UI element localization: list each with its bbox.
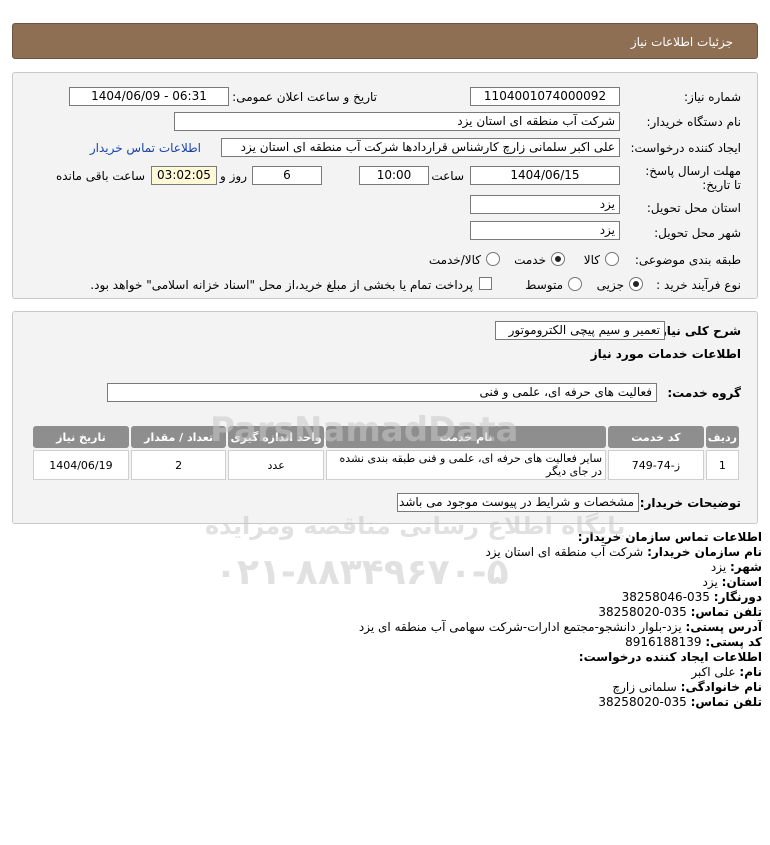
contact-province-label: استان: [721,575,762,589]
cell-unit: عدد [228,450,324,480]
treasury-payment-checkbox[interactable] [479,277,492,290]
description-field[interactable]: تعمیر و سیم پیچی الکتروموتور [495,321,665,340]
table-row: 1 ز-74-749 سایر فعالیت های حرفه ای، علمی… [33,450,739,480]
contact-province: یزد [702,575,718,589]
creator-phone: 035-38258020 [598,695,687,709]
announce-label: تاریخ و ساعت اعلان عمومی: [232,90,377,104]
process-label: نوع فرآیند خرید : [656,278,741,292]
deadline-time-label: ساعت [431,169,464,183]
summary-panel: شرح کلی نیاز: تعمیر و سیم پیچی الکتروموت… [12,311,758,524]
process-radio-minor[interactable] [629,277,643,291]
service-group-label: گروه خدمت: [667,386,741,400]
creator-label: ایجاد کننده درخواست: [630,141,741,155]
buyer-notes-label: توضیحات خریدار: [639,496,741,510]
category-label: طبقه بندی موضوعی: [634,253,741,267]
postal-address: یزد-بلوار دانشجو-مجتمع ادارات-شرکت سهامی… [358,620,682,634]
category-radio-service[interactable] [551,252,565,266]
need-number-field[interactable]: 1104001074000092 [470,87,620,106]
buyer-org-name: شرکت آب منطقه ای استان یزد [485,545,644,559]
days-field[interactable]: 6 [252,166,322,185]
category-option-goods: کالا [583,253,600,267]
buyer-notes-field[interactable]: مشخصات و شرایط در پیوست موجود می باشد. [397,493,639,512]
page-header: جزئیات اطلاعات نیاز [12,23,758,59]
creator-info-title: اطلاعات ایجاد کننده درخواست: [578,650,762,664]
deadline-time-field[interactable]: 10:00 [359,166,429,185]
announce-field[interactable]: 1404/06/09 - 06:31 [69,87,229,106]
city-field[interactable]: یزد [470,221,620,240]
watermark-phone: ۰۲۱-۸۸۳۴۹۶۷۰-۵ [215,552,509,593]
category-option-service: خدمت [514,253,546,267]
payment-note: پرداخت تمام یا بخشی از مبلغ خرید،از محل … [90,278,473,292]
cell-row-number: 1 [705,450,739,480]
fax-label: دورنگار: [713,590,762,604]
col-header-row: ردیف [705,426,739,448]
cell-quantity: 2 [130,450,227,480]
first-name: علی اکبر [691,665,736,679]
phone-label: تلفن تماس: [690,605,762,619]
first-name-label: نام: [739,665,762,679]
buyer-contact-link[interactable]: اطلاعات تماس خریدار [90,141,201,155]
contact-city: یزد [710,560,727,574]
deadline-date-field[interactable]: 1404/06/15 [470,166,620,185]
col-header-name: نام خدمت [325,426,607,448]
city-label: شهر محل تحویل: [654,226,741,240]
description-label: شرح کلی نیاز: [655,324,741,338]
province-label: استان محل تحویل: [646,201,741,215]
creator-field[interactable]: علی اکبر سلمانی زارچ کارشناس قراردادها ش… [221,138,620,157]
last-name-label: نام خانوادگی: [680,680,762,694]
services-title: اطلاعات خدمات مورد نیاز [590,347,741,361]
days-label: روز و [220,169,247,183]
last-name: سلمانی زارچ [612,680,677,694]
services-table: ردیف کد خدمت نام خدمت واحد اندازه گیری ت… [31,424,741,482]
service-group-field[interactable]: فعالیت های حرفه ای، علمی و فنی [107,383,657,402]
col-header-quantity: تعداد / مقدار [130,426,227,448]
process-option-minor: جزیی [596,278,624,292]
details-panel: شماره نیاز: 1104001074000092 تاریخ و ساع… [12,72,758,299]
fax-number: 035-38258046 [621,590,710,604]
buyer-org-name-label: نام سازمان خریدار: [647,545,762,559]
cell-need-date: 1404/06/19 [33,450,129,480]
col-header-date: تاریخ نیاز [33,426,129,448]
cell-service-code: ز-74-749 [608,450,704,480]
province-field[interactable]: یزد [470,195,620,214]
contact-title: اطلاعات تماس سازمان خریدار: [577,530,762,544]
process-option-medium: متوسط [525,278,563,292]
postal-code: 8916188139 [625,635,702,649]
remaining-label: ساعت باقی مانده [55,169,145,183]
remaining-time-field: 03:02:05 [151,166,217,185]
buyer-org-label: نام دستگاه خریدار: [646,115,742,129]
creator-phone-label: تلفن تماس: [690,695,762,709]
contact-city-label: شهر: [730,560,762,574]
address-label: آدرس پستی: [685,620,762,634]
buyer-org-field[interactable]: شرکت آب منطقه ای استان یزد [174,112,620,131]
col-header-unit: واحد اندازه گیری [228,426,324,448]
category-radio-goods[interactable] [605,252,619,266]
cell-service-name: سایر فعالیت های حرفه ای، علمی و فنی طبقه… [325,450,607,480]
deadline-label: مهلت ارسال پاسخ: تا تاریخ: [645,164,741,192]
category-radio-goods-service[interactable] [486,252,500,266]
phone-number: 035-38258020 [598,605,687,619]
col-header-code: کد خدمت [608,426,704,448]
category-option-goods-service: کالا/خدمت [428,253,481,267]
need-number-label: شماره نیاز: [684,90,741,104]
process-radio-medium[interactable] [568,277,582,291]
page-title: جزئیات اطلاعات نیاز [630,35,733,49]
postal-code-label: کد پستی: [705,635,762,649]
